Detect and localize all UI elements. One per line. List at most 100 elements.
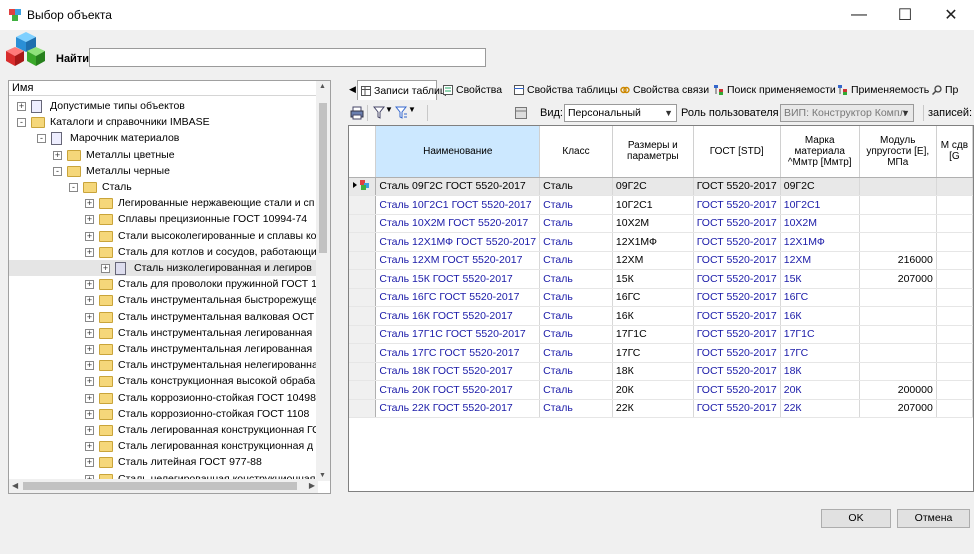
table-cell[interactable]: 10Х2М [612,214,694,233]
table-cell[interactable]: 207000 [859,399,937,418]
tree-item[interactable]: + Сталь легированная конструкционная ГО [9,422,320,438]
table-cell[interactable] [936,362,973,381]
tree-item[interactable]: - Каталоги и справочники IMBASE [9,114,318,130]
table-cell[interactable]: 12ХМ [780,251,860,270]
advanced-filter-dropdown-icon[interactable]: ▼ [408,105,416,114]
table-cell[interactable] [859,214,937,233]
tree-item[interactable]: + Сталь инструментальная валковая ОСТ [9,309,318,325]
tree-item[interactable]: + Стали высоколегированные и сплавы ко [9,228,318,244]
table-cell[interactable]: 15К [780,269,860,289]
table-cell[interactable]: ГОСТ 5520-2017 [693,399,781,418]
table-cell[interactable] [859,325,937,344]
table-cell[interactable]: 16К [612,306,694,326]
table-cell[interactable]: ГОСТ 5520-2017 [693,177,781,196]
table-cell[interactable]: ГОСТ 5520-2017 [693,269,781,289]
expand-icon[interactable]: + [85,312,94,322]
table-cell[interactable]: 18К [780,362,860,381]
tree-vertical-scrollbar[interactable]: ▲ ▼ [316,81,330,481]
table-cell[interactable]: Сталь [539,288,613,307]
row-header[interactable] [349,362,377,381]
table-cell[interactable]: Сталь [539,362,613,381]
row-header[interactable] [349,306,377,326]
table-cell[interactable]: 200000 [859,380,937,400]
table-row[interactable]: Сталь 20К ГОСТ 5520-2017 Сталь 20К ГОСТ 552… [349,380,973,400]
column-header[interactable]: Модуль упругости [E], МПа [859,126,937,178]
table-row[interactable]: Сталь 17ГС ГОСТ 5520-2017 Сталь 17ГС ГОСТ 5… [349,343,973,363]
table-cell[interactable]: 17ГС [780,343,860,363]
table-cell[interactable]: Сталь 16ГС ГОСТ 5520-2017 [375,288,541,307]
tab-properties[interactable]: Свойства [440,80,502,100]
table-cell[interactable] [859,177,937,196]
collapse-icon[interactable]: - [53,166,62,176]
tab-usage-search[interactable]: Поиск применяемости [711,80,836,100]
row-header[interactable] [349,269,377,289]
column-header[interactable]: М сдв [G [936,126,973,178]
table-cell[interactable]: 18К [612,362,694,381]
table-cell[interactable] [859,288,937,307]
table-cell[interactable]: Сталь [539,214,613,233]
table-row[interactable]: Сталь 09Г2С ГОСТ 5520-2017 Сталь 09Г2С ГОСТ… [349,177,973,196]
table-cell[interactable] [936,380,973,400]
collapse-icon[interactable]: - [37,134,46,144]
table-cell[interactable]: ГОСТ 5520-2017 [693,195,781,215]
minimize-button[interactable]: — [836,0,882,30]
table-cell[interactable]: Сталь [539,399,613,418]
table-cell[interactable] [859,343,937,363]
table-cell[interactable]: 20К [612,380,694,400]
table-cell[interactable]: Сталь [539,269,613,289]
table-cell[interactable] [936,399,973,418]
table-cell[interactable]: 20К [780,380,860,400]
table-row[interactable]: Сталь 17Г1С ГОСТ 5520-2017 Сталь 17Г1С ГОСТ… [349,325,973,344]
filter-dropdown-icon[interactable]: ▼ [385,105,393,114]
column-header[interactable]: Наименование [375,126,541,178]
table-cell[interactable]: 17ГС [612,343,694,363]
row-header[interactable] [349,325,377,344]
tab-records[interactable]: Записи таблицы [357,80,453,100]
table-cell[interactable]: Сталь 16К ГОСТ 5520-2017 [375,306,541,326]
table-row[interactable]: Сталь 12ХМ ГОСТ 5520-2017 Сталь 12ХМ ГОСТ 5… [349,251,973,270]
table-cell[interactable]: 16К [780,306,860,326]
row-header[interactable] [349,380,377,400]
tab-link-properties[interactable]: Свойства связи [617,80,709,100]
table-cell[interactable]: ГОСТ 5520-2017 [693,232,781,252]
expand-icon[interactable]: + [85,409,94,419]
table-cell[interactable]: 22К [612,399,694,418]
tab-table-properties[interactable]: Свойства таблицы [511,80,618,100]
table-cell[interactable]: Сталь [539,380,613,400]
expand-icon[interactable]: + [85,442,94,452]
table-cell[interactable] [859,362,937,381]
row-header[interactable] [349,288,377,307]
expand-icon[interactable]: + [85,247,94,257]
expand-icon[interactable]: + [85,199,94,209]
table-cell[interactable]: Сталь 17ГС ГОСТ 5520-2017 [375,343,541,363]
table-row[interactable]: Сталь 22К ГОСТ 5520-2017 Сталь 22К ГОСТ 552… [349,399,973,418]
table-row[interactable]: Сталь 10Г2С1 ГОСТ 5520-2017 Сталь 10Г2С1 ГО… [349,195,973,215]
table-cell[interactable]: Сталь 10Г2С1 ГОСТ 5520-2017 [375,195,541,215]
table-cell[interactable]: Сталь [539,232,613,252]
table-cell[interactable] [859,195,937,215]
table-cell[interactable] [936,269,973,289]
advanced-filter-icon[interactable] [395,106,407,119]
tree-header[interactable]: Имя [9,81,316,96]
table-cell[interactable]: 16ГС [612,288,694,307]
table-cell[interactable] [936,251,973,270]
tree-item[interactable]: + Допустимые типы объектов [9,98,318,114]
tree-scroll-thumb[interactable] [319,103,327,253]
maximize-button[interactable]: ☐ [882,0,928,30]
row-header[interactable] [349,251,377,270]
tab-more[interactable]: Пр [929,80,958,100]
table-cell[interactable]: ГОСТ 5520-2017 [693,306,781,326]
tree-item[interactable]: + Металлы цветные [9,147,318,163]
tab-usage[interactable]: Применяемость [835,80,929,100]
table-row[interactable]: Сталь 16ГС ГОСТ 5520-2017 Сталь 16ГС ГОСТ 5… [349,288,973,307]
view-settings-icon[interactable] [515,107,527,119]
tree-item[interactable]: + Сталь литейная ГОСТ 977-88 [9,454,318,470]
table-cell[interactable]: ГОСТ 5520-2017 [693,251,781,270]
expand-icon[interactable]: + [85,328,94,338]
expand-icon[interactable]: + [85,231,94,241]
table-cell[interactable] [936,214,973,233]
row-header[interactable] [349,214,377,233]
table-cell[interactable]: Сталь 18К ГОСТ 5520-2017 [375,362,541,381]
expand-icon[interactable]: + [85,458,94,468]
table-row[interactable]: Сталь 10Х2М ГОСТ 5520-2017 Сталь 10Х2М ГОСТ… [349,214,973,233]
